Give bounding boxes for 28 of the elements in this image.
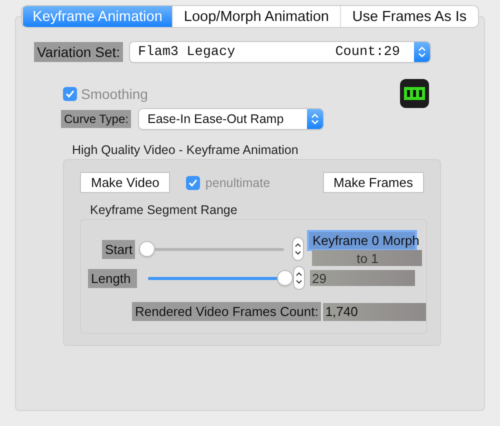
stepper[interactable] — [293, 238, 304, 260]
checkmark-icon — [65, 88, 75, 98]
curve-type-dropdown[interactable]: Ease-In Ease-Out Ramp — [139, 109, 324, 129]
stepper[interactable] — [294, 267, 304, 289]
field-label: Curve Type: — [61, 110, 132, 128]
chevron-icon — [311, 113, 320, 125]
field-label: Variation Set: — [34, 42, 124, 62]
film-strip-icon — [400, 79, 429, 108]
slider-handle[interactable] — [278, 270, 292, 284]
variation-set-dropdown[interactable]: Flam3 Legacy Count:29 — [130, 42, 430, 62]
checkmark-icon — [188, 178, 198, 188]
checkbox-label: penultimate — [205, 176, 272, 190]
checkbox-label: Smoothing — [81, 86, 149, 102]
slider-handle[interactable] — [140, 242, 154, 256]
field-label: Rendered Video Frames Count: — [132, 302, 322, 321]
group-title: High Quality Video - Keyframe Animation — [72, 143, 298, 157]
field-label: Start — [102, 240, 136, 258]
field-value: 1,740 — [323, 302, 426, 320]
penultimate-checkbox[interactable] — [186, 176, 200, 190]
group-title: Keyframe Segment Range — [90, 203, 238, 217]
smoothing-checkbox[interactable] — [63, 86, 77, 100]
tab[interactable]: Use Frames As Is — [340, 6, 478, 27]
chevron-icon — [418, 46, 426, 58]
field-label: Length — [88, 268, 137, 288]
field-value: 29 — [310, 270, 415, 286]
make-video-button[interactable]: Make Video — [80, 172, 170, 193]
make-frames-button[interactable]: Make Frames — [322, 172, 424, 193]
field-value: to 1 — [312, 250, 422, 266]
